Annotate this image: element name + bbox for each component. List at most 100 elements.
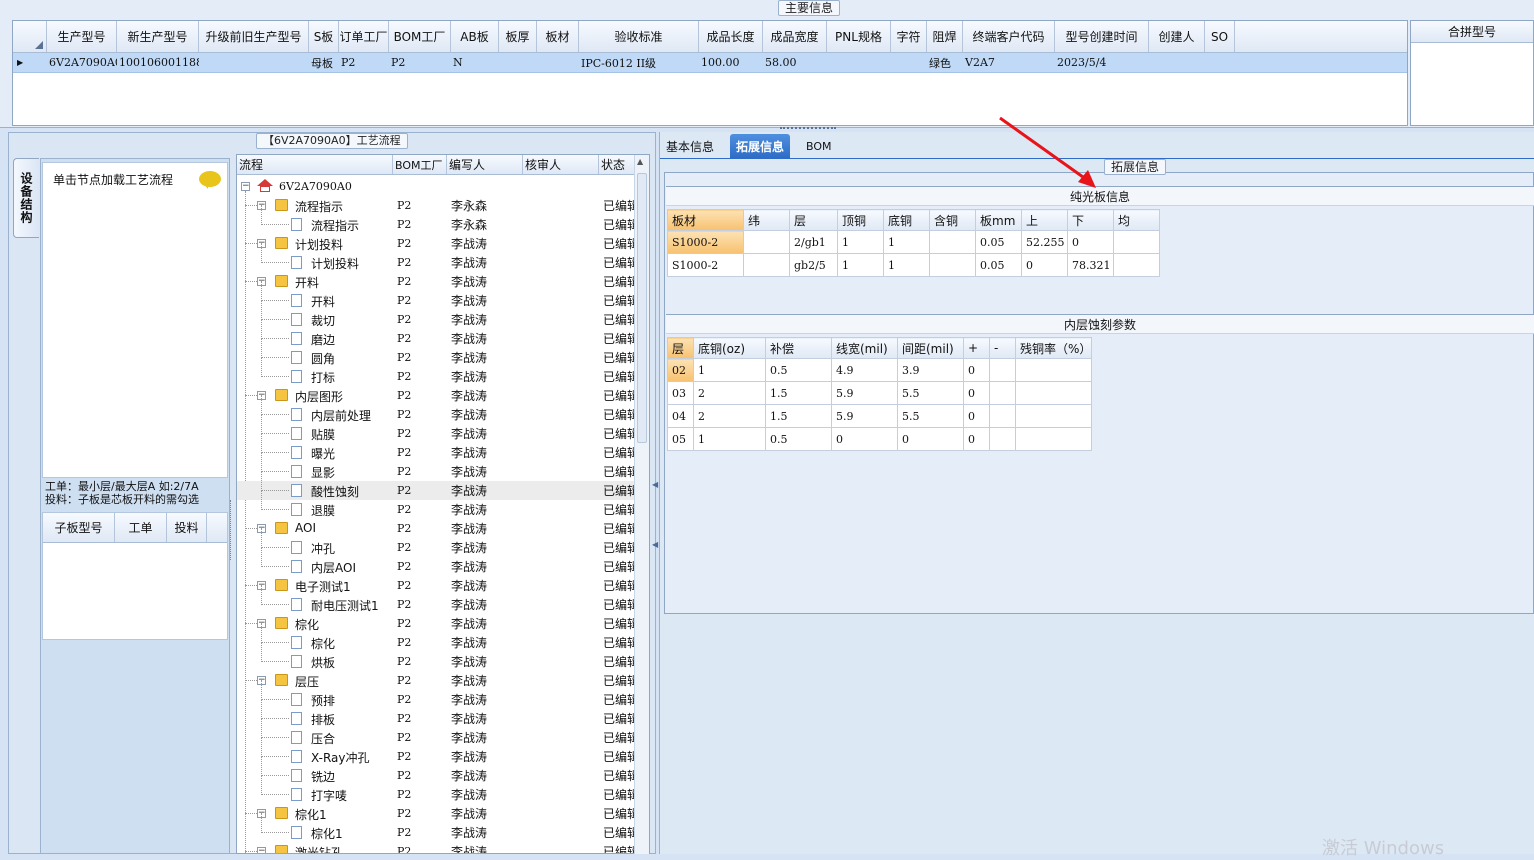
main-col-header[interactable]: SO <box>1205 21 1235 52</box>
scroll-up-icon[interactable]: ▲ <box>637 157 643 166</box>
main-cell[interactable]: N <box>451 53 499 72</box>
main-cell[interactable]: P2 <box>389 53 451 72</box>
tree-node[interactable]: 冲孔 P2 李战涛 已编辑 <box>237 528 635 557</box>
table-col-header[interactable]: 线宽(mil) <box>831 337 898 359</box>
table-col-header[interactable]: 均 <box>1113 209 1160 231</box>
tree-node[interactable]: 打标 P2 李战涛 已编辑 <box>237 357 635 386</box>
table-cell[interactable]: 0.05 <box>975 230 1022 254</box>
inner-etch-table[interactable]: 层底铜(oz) 补偿 线宽(mil) 间距(mil) + - 残铜率（%） 02 1 0.5 4.9… <box>667 337 1093 451</box>
tree-node[interactable]: 预排 P2 李战涛 已编辑 <box>237 680 635 709</box>
table-cell[interactable]: S1000-2 <box>667 230 744 254</box>
main-col-header[interactable]: 成品宽度 <box>763 21 827 52</box>
table-cell[interactable] <box>989 381 1016 405</box>
tab-bom[interactable]: BOM <box>800 134 838 158</box>
table-cell[interactable]: 78.321 <box>1067 253 1114 277</box>
col-sub-model[interactable]: 子板型号 <box>43 513 115 542</box>
table-cell[interactable]: 0 <box>831 427 898 451</box>
table-cell[interactable]: 0.05 <box>975 253 1022 277</box>
main-cell[interactable]: IPC-6012 II级 <box>579 53 699 72</box>
tree-node[interactable]: 曝光 P2 李战涛 已编辑 <box>237 433 635 462</box>
tree-node[interactable]: 压合 P2 李战涛 已编辑 <box>237 718 635 747</box>
main-cell[interactable] <box>499 53 537 72</box>
tree-node[interactable]: −电子测试1P2李战涛已编辑 <box>237 576 635 595</box>
table-cell[interactable]: 5.9 <box>831 404 898 428</box>
main-col-header[interactable]: 字符 <box>891 21 927 52</box>
main-cell[interactable]: 2023/5/4 <box>1055 53 1149 72</box>
table-cell[interactable] <box>1014 358 1093 382</box>
table-cell[interactable]: 1.5 <box>765 404 832 428</box>
table-cell[interactable]: 1 <box>693 427 766 451</box>
main-col-header[interactable]: PNL规格 <box>827 21 891 52</box>
table-cell[interactable]: 5.5 <box>897 404 964 428</box>
tree-node[interactable]: 烘板 P2 李战涛 已编辑 <box>237 642 635 671</box>
table-col-header[interactable]: 间距(mil) <box>897 337 964 359</box>
table-cell[interactable] <box>989 404 1016 428</box>
col-status[interactable]: 状态 <box>599 155 635 174</box>
tree-root[interactable]: − 6V2A7090A0 <box>237 177 635 196</box>
col-reviewer[interactable]: 核审人 <box>523 155 599 174</box>
table-col-header[interactable]: 补偿 <box>765 337 832 359</box>
main-col-header[interactable]: S板 <box>309 21 339 52</box>
table-col-header[interactable]: 顶铜 <box>837 209 884 231</box>
splitter-handle[interactable] <box>230 500 234 560</box>
table-col-header[interactable]: 板材 <box>667 209 744 231</box>
col-flow[interactable]: 流程 <box>237 155 393 174</box>
tree-node[interactable]: 显影 P2 李战涛 已编辑 <box>237 452 635 481</box>
tree-node[interactable]: −计划投料P2李战涛已编辑 <box>237 234 635 253</box>
merge-model-panel[interactable]: 合拼型号 <box>1410 20 1534 126</box>
table-cell[interactable] <box>1113 253 1160 277</box>
tree-node[interactable]: 铣边 P2 李战涛 已编辑 <box>237 756 635 785</box>
main-cell[interactable]: P2 <box>339 53 389 72</box>
collapse-icon[interactable]: − <box>241 182 250 191</box>
table-cell[interactable]: 0 <box>1067 230 1114 254</box>
main-cell[interactable] <box>199 53 309 72</box>
tree-node[interactable]: −棕化1P2李战涛已编辑 <box>237 804 635 823</box>
main-cell[interactable] <box>1149 53 1205 72</box>
main-info-grid[interactable]: 生产型号 新生产型号 升级前旧生产型号 S板 订单工厂 BOM工厂 AB板 板厚 板材 验收标准成… <box>12 20 1408 126</box>
tree-node[interactable]: −内层图形P2李战涛已编辑 <box>237 386 635 405</box>
table-cell[interactable]: 1 <box>693 358 766 382</box>
table-col-header[interactable]: 下 <box>1067 209 1114 231</box>
table-cell[interactable]: 3.9 <box>897 358 964 382</box>
table-col-header[interactable]: 板mm <box>975 209 1022 231</box>
table-row[interactable]: S1000-2 2/gb1 1 1 0.05 52.255 0 <box>667 230 1160 254</box>
tree-node[interactable]: 圆角 P2 李战涛 已编辑 <box>237 338 635 367</box>
main-cell[interactable]: V2A7 <box>963 53 1055 72</box>
table-row[interactable]: 03 2 1.5 5.9 5.5 0 <box>667 381 1093 405</box>
tree-node[interactable]: 流程指示 P2 李永森 已编辑 <box>237 205 635 234</box>
table-cell[interactable] <box>743 253 790 277</box>
table-cell[interactable] <box>1014 404 1093 428</box>
tree-node[interactable]: 耐电压测试1 P2 李战涛 已编辑 <box>237 585 635 614</box>
table-cell[interactable]: 4.9 <box>831 358 898 382</box>
tree-node[interactable]: 计划投料 P2 李战涛 已编辑 <box>237 243 635 272</box>
tree-node[interactable]: −开料P2李战涛已编辑 <box>237 272 635 291</box>
table-cell[interactable]: 04 <box>667 404 694 428</box>
table-cell[interactable] <box>989 358 1016 382</box>
main-col-header[interactable]: 验收标准 <box>579 21 699 52</box>
table-cell[interactable] <box>1113 230 1160 254</box>
main-col-header[interactable]: 新生产型号 <box>117 21 199 52</box>
main-col-header[interactable]: 创建人 <box>1149 21 1205 52</box>
table-cell[interactable]: 1.5 <box>765 381 832 405</box>
table-cell[interactable]: 2 <box>693 404 766 428</box>
table-cell[interactable]: 0.5 <box>765 427 832 451</box>
table-cell[interactable]: 2 <box>693 381 766 405</box>
tree-node[interactable]: −流程指示P2李永森已编辑 <box>237 196 635 215</box>
main-col-header[interactable]: 型号创建时间 <box>1055 21 1149 52</box>
tree-node[interactable]: 排板 P2 李战涛 已编辑 <box>237 699 635 728</box>
main-cell[interactable] <box>537 53 579 72</box>
table-cell[interactable]: 1 <box>883 230 930 254</box>
main-col-header[interactable]: 板材 <box>537 21 579 52</box>
sub-board-grid[interactable]: 子板型号 工单 投料 <box>42 512 228 640</box>
main-cell[interactable]: 6V2A7090A0 <box>47 53 117 72</box>
table-row[interactable]: 02 1 0.5 4.9 3.9 0 <box>667 358 1093 382</box>
table-col-header[interactable]: 上 <box>1021 209 1068 231</box>
table-cell[interactable]: 0 <box>963 358 990 382</box>
table-col-header[interactable]: + <box>963 337 990 359</box>
tree-node[interactable]: X-Ray冲孔 P2 李战涛 已编辑 <box>237 737 635 766</box>
tree-node[interactable]: 退膜 P2 李战涛 已编辑 <box>237 490 635 519</box>
tree-node[interactable]: −棕化P2李战涛已编辑 <box>237 614 635 633</box>
table-row[interactable]: 05 1 0.5 0 0 0 <box>667 427 1093 451</box>
table-col-header[interactable]: 层 <box>789 209 838 231</box>
tree-node[interactable]: 开料 P2 李战涛 已编辑 <box>237 281 635 310</box>
